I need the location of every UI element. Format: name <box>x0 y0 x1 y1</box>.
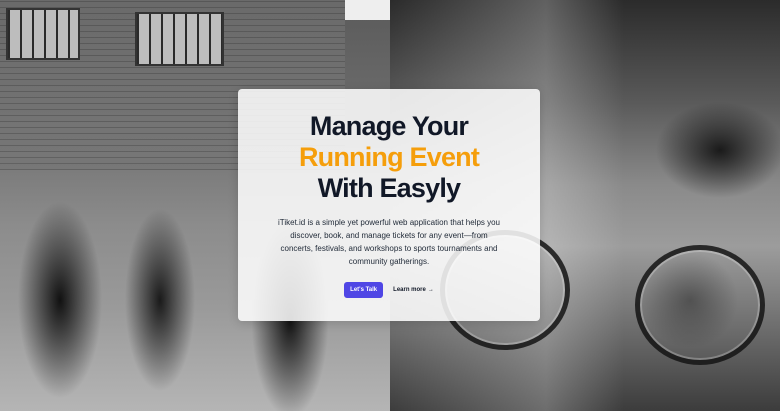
lets-talk-button[interactable]: Let's Talk <box>344 282 384 298</box>
arrow-right-icon: → <box>427 287 434 293</box>
learn-more-link[interactable]: Learn more → <box>393 287 434 293</box>
hero-title: Manage Your Running Event With Easyly <box>238 89 540 204</box>
learn-more-label: Learn more <box>393 287 426 293</box>
building-window <box>135 12 224 66</box>
sky <box>345 0 390 20</box>
bicycle-wheel <box>635 245 765 365</box>
hero-title-line-3: With Easyly <box>317 173 461 203</box>
hero-description: iTiket.id is a simple yet powerful web a… <box>277 218 501 266</box>
building-window <box>6 8 80 60</box>
hero-card: Manage Your Running Event With Easyly iT… <box>238 89 540 321</box>
hero-title-line-2-accent: Running Event <box>298 142 480 172</box>
hero-actions: Let's Talk Learn more → <box>238 282 540 298</box>
hero-title-line-1: Manage Your <box>309 111 469 141</box>
